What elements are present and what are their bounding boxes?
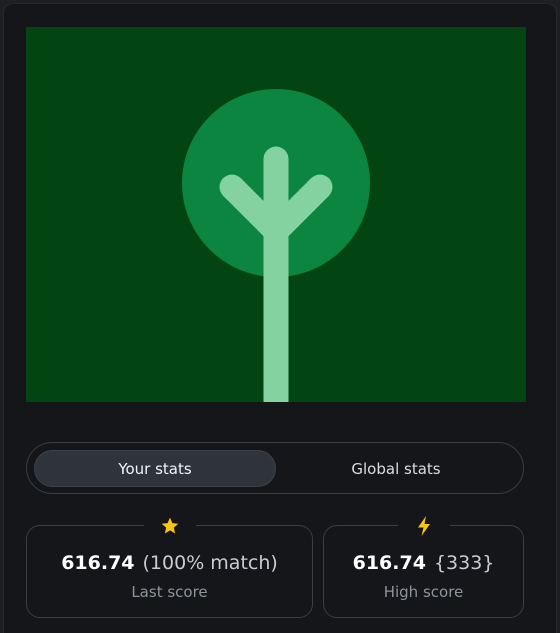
tree-illustration bbox=[26, 27, 526, 402]
last-score-value: 616.74 (100% match) bbox=[27, 552, 312, 574]
tab-your-stats[interactable]: Your stats bbox=[34, 450, 276, 487]
high-score-value: 616.74 {333} bbox=[324, 552, 523, 574]
last-score-number: 616.74 bbox=[61, 552, 135, 574]
stats-toggle: Your stats Global stats bbox=[26, 442, 524, 494]
last-score-label: Last score bbox=[131, 583, 208, 601]
last-score-card: 616.74 (100% match) Last score bbox=[26, 512, 313, 618]
tab-global-stats[interactable]: Global stats bbox=[275, 450, 517, 487]
lightning-icon bbox=[397, 512, 450, 540]
target-image bbox=[26, 27, 526, 402]
high-score-number: 616.74 bbox=[352, 552, 426, 574]
high-score-card: 616.74 {333} High score bbox=[323, 512, 524, 618]
high-score-label: High score bbox=[383, 583, 464, 601]
high-score-detail: {333} bbox=[433, 552, 495, 574]
last-score-match: (100% match) bbox=[142, 552, 278, 574]
star-icon bbox=[143, 512, 196, 540]
